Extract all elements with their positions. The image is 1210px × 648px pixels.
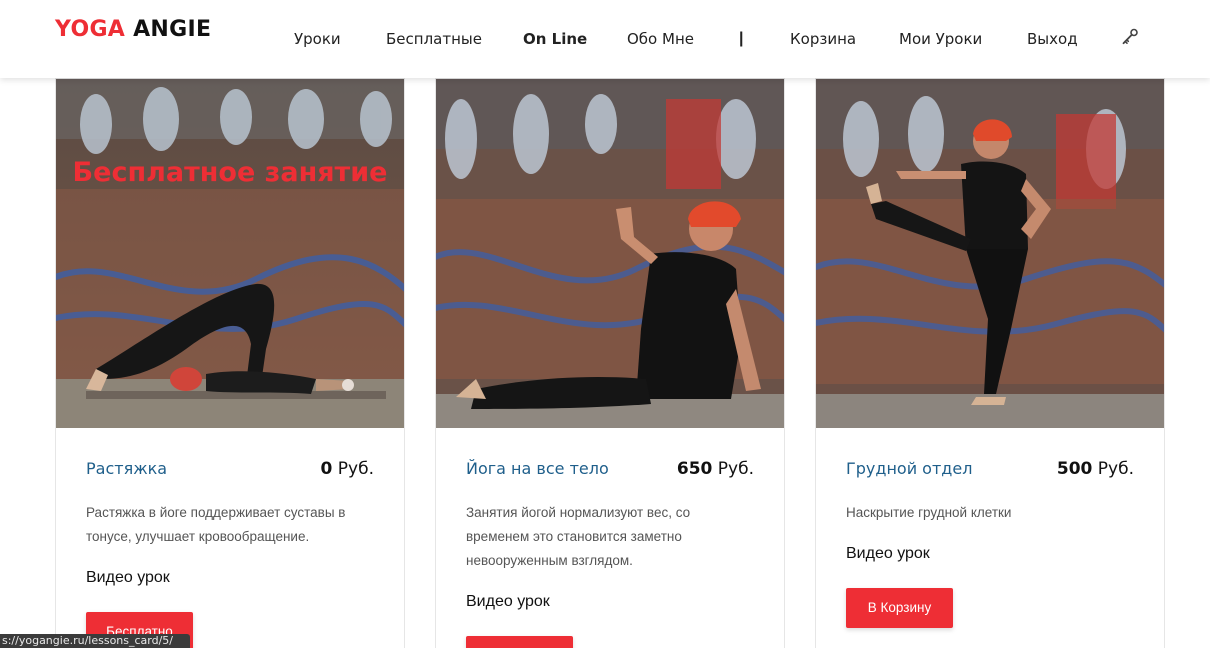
lesson-description: Растяжка в йоге поддерживает суставы в т…: [86, 505, 346, 544]
nav-item-logout[interactable]: Выход: [1027, 28, 1078, 50]
price-value: 0: [320, 459, 333, 479]
price-currency: Руб.: [337, 459, 374, 479]
price-currency: Руб.: [717, 459, 754, 479]
lesson-title[interactable]: Грудной отдел: [846, 459, 972, 478]
lesson-card[interactable]: Йога на все тело 650 Руб. Занятия йогой …: [435, 78, 785, 648]
lesson-card[interactable]: Бесплатное занятие Растяжка 0 Руб. Растя…: [55, 78, 405, 648]
add-to-cart-button[interactable]: В Корзину: [846, 588, 953, 628]
nav-item-lessons[interactable]: Уроки: [294, 28, 341, 50]
main-nav: Уроки Бесплатные On Line Обо Мне | Корзи…: [0, 28, 1210, 50]
nav-separator: |: [739, 30, 744, 47]
lesson-price: 650 Руб.: [677, 459, 754, 479]
lesson-title[interactable]: Растяжка: [86, 459, 167, 478]
nav-item-online[interactable]: On Line: [523, 28, 587, 50]
nav-item-cart[interactable]: Корзина: [790, 28, 856, 50]
price-value: 650: [676, 459, 713, 479]
lesson-price: 0 Руб.: [321, 459, 374, 479]
lesson-title[interactable]: Йога на все тело: [466, 459, 609, 478]
lesson-photo[interactable]: Бесплатное занятие: [56, 79, 404, 428]
price-value: 500: [1056, 459, 1093, 479]
price-currency: Руб.: [1097, 459, 1134, 479]
lesson-photo[interactable]: [436, 79, 784, 428]
lesson-type: Видео урок: [846, 545, 930, 562]
lesson-description: Занятия йогой нормализуют вес, со времен…: [466, 505, 691, 568]
lesson-price: 500 Руб.: [1057, 459, 1134, 479]
free-lesson-overlay: Бесплатное занятие: [73, 157, 388, 188]
lesson-card[interactable]: Грудной отдел 500 Руб. Наскрытие грудной…: [815, 78, 1165, 648]
nav-item-my-lessons[interactable]: Мои Уроки: [899, 28, 982, 50]
nav-item-about[interactable]: Обо Мне: [627, 28, 694, 50]
lesson-type: Видео урок: [86, 569, 170, 586]
nav-item-free[interactable]: Бесплатные: [386, 28, 482, 50]
site-header: YOGA ANGIE Уроки Бесплатные On Line Обо …: [0, 0, 1210, 78]
lesson-description: Наскрытие грудной клетки: [846, 505, 1012, 520]
key-icon[interactable]: [1120, 27, 1140, 47]
lesson-photo[interactable]: [816, 79, 1164, 428]
lesson-type: Видео урок: [466, 593, 550, 610]
add-to-cart-button[interactable]: [466, 636, 573, 648]
browser-status-url: s://yogangie.ru/lessons_card/5/: [0, 634, 190, 648]
